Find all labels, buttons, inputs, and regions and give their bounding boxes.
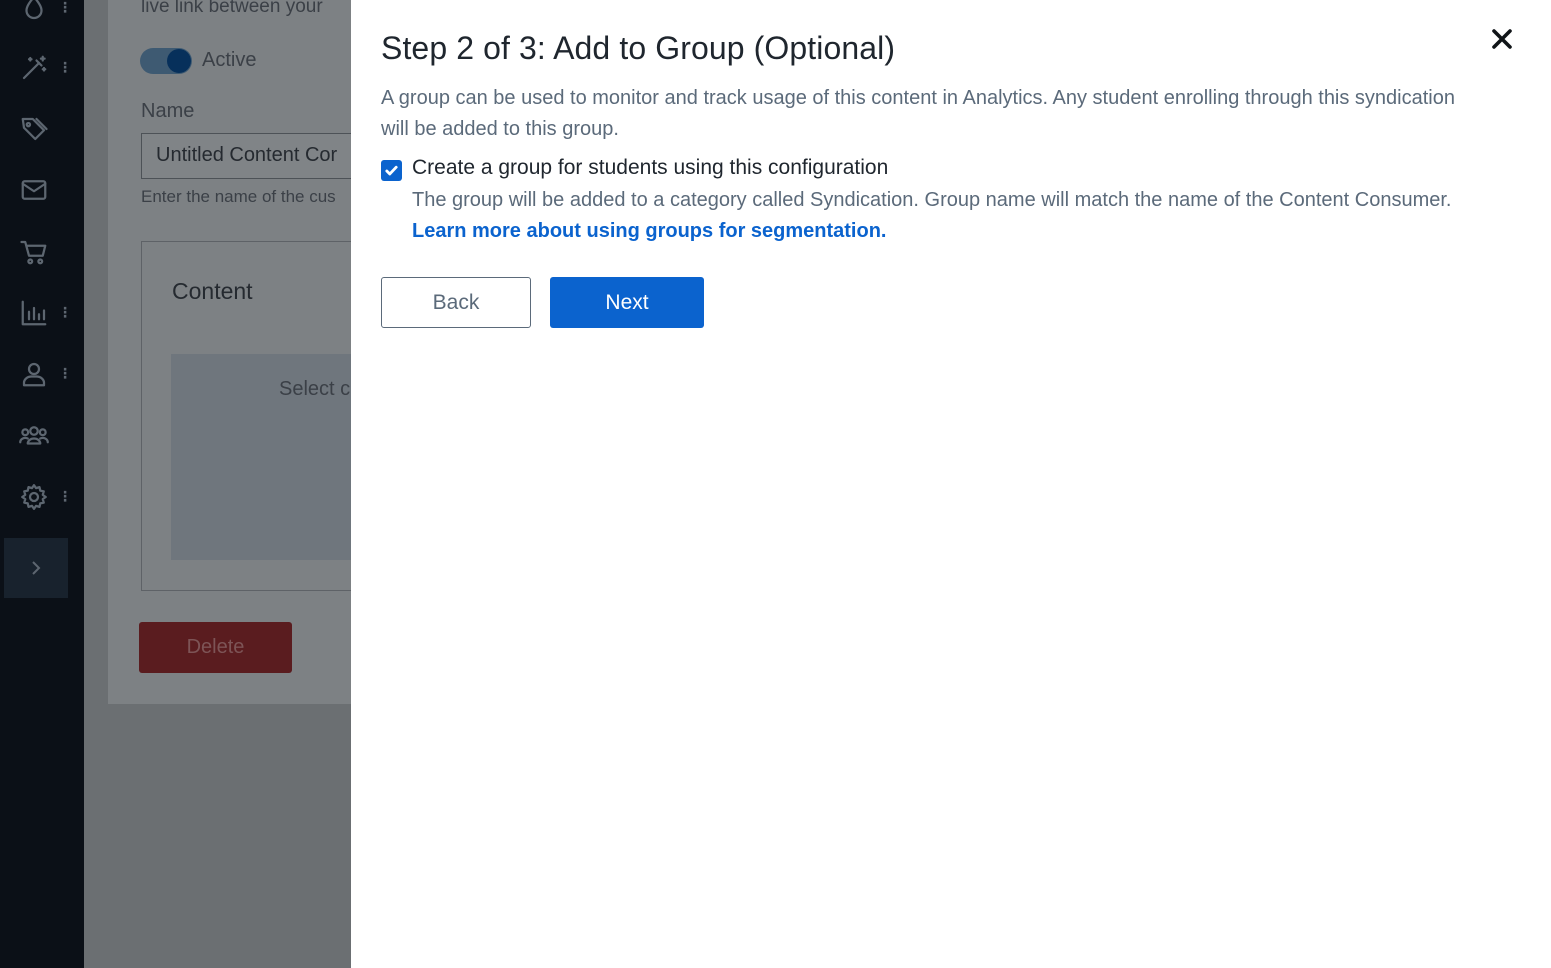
create-group-label[interactable]: Create a group for students using this c…	[412, 156, 888, 180]
bar-chart-icon[interactable]	[14, 293, 54, 333]
create-group-help-text: The group will be added to a category ca…	[412, 189, 1452, 211]
name-help-text: Enter the name of the cus	[141, 187, 336, 206]
create-group-help: The group will be added to a category ca…	[412, 185, 1472, 247]
add-to-group-modal: Step 2 of 3: Add to Group (Optional) A g…	[351, 0, 1551, 968]
modal-description: A group can be used to monitor and track…	[381, 87, 1455, 140]
background-intro-text: live link between your	[141, 0, 323, 17]
magic-wand-icon[interactable]	[14, 48, 54, 88]
name-input-value: Untitled Content Cor	[156, 144, 338, 166]
modal-title: Step 2 of 3: Add to Group (Optional)	[381, 30, 896, 66]
gear-menu-dots-icon[interactable]: ⋮	[58, 489, 72, 503]
chevron-right-icon	[32, 561, 41, 575]
name-label: Name	[141, 100, 195, 122]
bar-chart-menu-dots-icon[interactable]: ⋮	[58, 305, 72, 319]
close-button[interactable]	[1487, 24, 1517, 54]
toggle-label: Active	[202, 49, 257, 71]
magic-wand-menu-dots-icon[interactable]: ⋮	[58, 60, 72, 74]
active-toggle[interactable]	[140, 48, 192, 74]
sidebar: ⋮ ⋮ ⋮ ⋮ ⋮	[0, 0, 84, 968]
learn-more-link[interactable]: Learn more about using groups for segmen…	[412, 220, 886, 242]
drop-menu-dots-icon[interactable]: ⋮	[58, 0, 72, 14]
mail-icon[interactable]	[14, 170, 54, 210]
next-button[interactable]: Next	[550, 277, 704, 328]
user-icon[interactable]	[14, 354, 54, 394]
checkmark-icon	[385, 165, 398, 176]
user-menu-dots-icon[interactable]: ⋮	[58, 366, 72, 380]
content-heading: Content	[172, 278, 253, 304]
sidebar-expand-button[interactable]	[4, 538, 68, 598]
delete-button[interactable]: Delete	[139, 622, 292, 673]
tag-icon[interactable]	[14, 109, 54, 149]
create-group-checkbox[interactable]	[381, 160, 402, 181]
back-button[interactable]: Back	[381, 277, 531, 328]
cart-icon[interactable]	[14, 232, 54, 272]
toggle-knob	[167, 49, 191, 73]
close-icon	[1492, 29, 1512, 49]
content-select-placeholder: Select c	[279, 378, 351, 400]
gear-icon[interactable]	[14, 477, 54, 517]
drop-icon[interactable]	[14, 0, 54, 28]
users-group-icon[interactable]	[14, 416, 54, 456]
